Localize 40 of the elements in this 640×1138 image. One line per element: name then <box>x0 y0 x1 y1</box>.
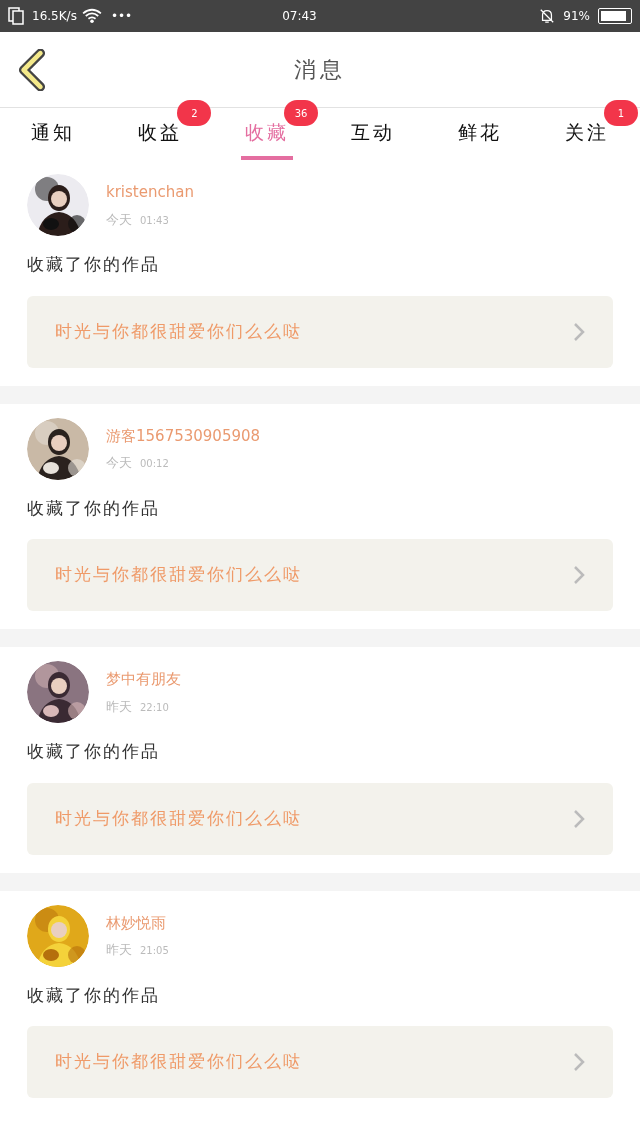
action-text: 收藏了你的作品 <box>27 253 161 276</box>
bell-muted-icon <box>539 8 556 24</box>
user-name[interactable]: 梦中有朋友 <box>106 668 181 691</box>
chevron-right-icon <box>573 321 585 342</box>
action-text: 收藏了你的作品 <box>27 496 161 520</box>
day-label: 昨天 <box>106 697 132 716</box>
tab[interactable]: 互动 <box>347 108 400 160</box>
day-label: 昨天 <box>106 941 132 959</box>
count-badge: 1 <box>604 100 639 126</box>
page-title: 消息 <box>294 56 346 84</box>
tab[interactable]: 鲜花 <box>454 108 506 160</box>
day-label: 今天 <box>106 210 132 229</box>
timestamp: 21:05 <box>140 944 169 958</box>
work-link[interactable]: 时光与你都很甜爱你们么么哒 <box>27 1026 613 1098</box>
action-text: 收藏了你的作品 <box>27 740 161 763</box>
more-indicator: ••• <box>110 8 133 25</box>
day-label: 今天 <box>106 454 132 472</box>
action-text: 收藏了你的作品 <box>27 983 161 1007</box>
network-speed: 16.5K/s <box>32 8 77 25</box>
battery-percent: 91% <box>563 8 590 25</box>
timestamp: 01:43 <box>140 213 169 228</box>
tab[interactable]: 通知 <box>27 108 80 160</box>
chevron-right-icon <box>573 808 585 829</box>
timestamp: 00:12 <box>140 457 169 471</box>
chevron-right-icon <box>573 1052 585 1072</box>
user-name[interactable]: kristenchan <box>106 181 194 204</box>
back-icon[interactable] <box>18 48 46 91</box>
clock: 07:43 <box>282 8 317 25</box>
user-name[interactable]: 游客1567530905908 <box>106 424 261 447</box>
work-link[interactable]: 时光与你都很甜爱你们么么哒 <box>27 295 613 368</box>
count-badge: 2 <box>177 100 212 126</box>
sim-icon <box>8 7 24 25</box>
battery-icon <box>598 8 632 24</box>
user-name[interactable]: 林妙悦雨 <box>106 911 169 934</box>
timestamp: 22:10 <box>140 700 169 715</box>
work-link[interactable]: 时光与你都很甜爱你们么么哒 <box>27 539 613 611</box>
count-badge: 36 <box>284 100 318 126</box>
wifi-icon <box>80 8 103 24</box>
work-link[interactable]: 时光与你都很甜爱你们么么哒 <box>27 782 613 855</box>
chevron-right-icon <box>573 565 585 585</box>
